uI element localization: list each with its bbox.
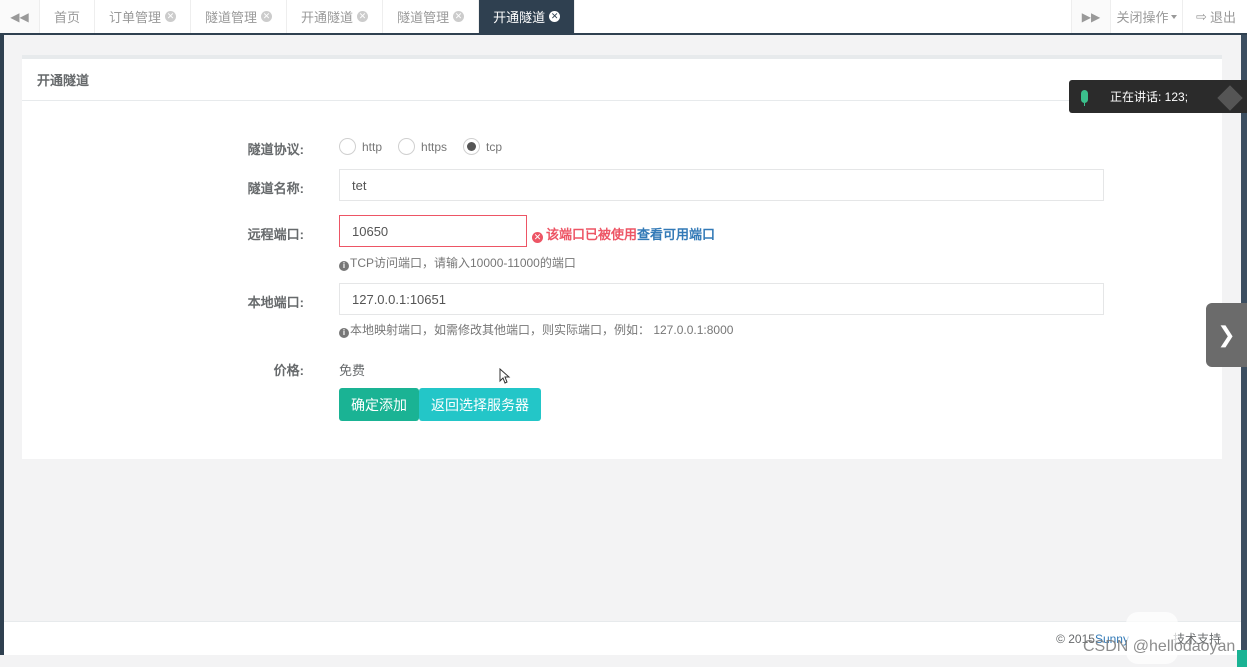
bottom-strip: [0, 655, 1247, 667]
tab-label: 隧道管理: [205, 10, 258, 25]
remote-port-error-text: 该端口已被使用: [546, 227, 638, 242]
close-icon[interactable]: ✕: [165, 11, 177, 22]
radio-tcp[interactable]: [463, 138, 481, 155]
mouse-cursor-icon: [499, 368, 511, 384]
info-circle-icon: i: [339, 260, 349, 271]
radio-https[interactable]: [398, 138, 416, 155]
back-to-server-select-button[interactable]: 返回选择服务器: [419, 388, 541, 421]
close-icon[interactable]: ✕: [453, 11, 465, 22]
remote-port-help-text: TCP访问端口，请输入10000-11000的端口: [350, 256, 576, 270]
close-icon[interactable]: ✕: [357, 11, 369, 22]
local-port-input[interactable]: 127.0.0.1:10651: [339, 283, 1104, 315]
radio-tcp-label[interactable]: tcp: [486, 140, 502, 154]
close-icon[interactable]: ✕: [261, 11, 273, 22]
tab-tunnel-management[interactable]: 隧道管理 ✕: [191, 0, 288, 33]
tab-home[interactable]: 首页: [40, 0, 96, 33]
view-available-ports-link[interactable]: 查看可用端口: [637, 227, 715, 242]
double-right-arrow-icon: ▶▶: [1081, 9, 1101, 24]
tab-label: 开通隧道: [301, 10, 354, 25]
remote-port-input[interactable]: 10650: [339, 215, 527, 247]
radio-https-label[interactable]: https: [421, 140, 447, 154]
close-operations-dropdown[interactable]: 关闭操作: [1111, 0, 1183, 33]
tab-scroll-right-button[interactable]: ▶▶: [1071, 0, 1111, 33]
chevron-right-icon: ❯: [1217, 322, 1236, 347]
panel-title: 开通隧道: [22, 59, 1222, 101]
close-operations-label: 关闭操作: [1116, 10, 1169, 25]
side-expand-button[interactable]: ❯: [1206, 303, 1247, 367]
footer: © 2015 Sunny 技术支持: [4, 621, 1241, 655]
tab-label: 首页: [54, 10, 81, 25]
remote-port-label: 远程端口:: [247, 227, 304, 242]
diamond-icon: [1217, 85, 1243, 111]
tab-scroll-left-button[interactable]: ◀◀: [0, 0, 40, 33]
tab-tunnel-management-2[interactable]: 隧道管理 ✕: [383, 0, 480, 33]
local-port-help-text: 本地映射端口，如需修改其他端口，则实际端口，例如： 127.0.0.1:8000: [350, 323, 734, 337]
info-circle-icon: i: [339, 327, 349, 338]
open-tunnel-panel: 开通隧道 隧道协议: http https tcp 隧道名称: tet 远程端口…: [22, 55, 1222, 459]
radio-http[interactable]: [339, 138, 356, 155]
speaking-text: 正在讲话: 123;: [1110, 90, 1189, 104]
tunnel-name-input[interactable]: tet: [339, 169, 1104, 201]
speaking-indicator: 正在讲话: 123;: [1069, 80, 1247, 113]
watermark-text: CSDN @hellodaoyan: [1083, 638, 1236, 655]
caret-down-icon: [1170, 14, 1177, 19]
error-circle-icon: ✕: [532, 232, 543, 243]
price-value: 免费: [339, 363, 366, 378]
tab-label: 隧道管理: [397, 10, 450, 25]
local-port-label: 本地端口:: [247, 295, 304, 310]
logout-label: 退出: [1209, 10, 1236, 25]
tunnel-name-label: 隧道名称:: [247, 181, 304, 196]
logout-button[interactable]: ⇨ 退出: [1185, 0, 1247, 33]
tab-order-management[interactable]: 订单管理 ✕: [95, 0, 192, 33]
tab-bar: ◀◀ 首页 订单管理 ✕ 隧道管理 ✕ 开通隧道 ✕ 隧道管理 ✕ 开通隧道 ✕…: [0, 0, 1247, 35]
main-content: 开通隧道 隧道协议: http https tcp 隧道名称: tet 远程端口…: [4, 35, 1241, 621]
tab-list: 首页 订单管理 ✕ 隧道管理 ✕ 开通隧道 ✕ 隧道管理 ✕ 开通隧道 ✕: [40, 0, 576, 33]
remote-port-error: ✕ 该端口已被使用查看可用端口: [532, 224, 715, 243]
protocol-radio-group: http https tcp: [339, 138, 518, 155]
local-port-help: i 本地映射端口，如需修改其他端口，则实际端口，例如： 127.0.0.1:800…: [339, 321, 733, 338]
tab-open-tunnel[interactable]: 开通隧道 ✕: [287, 0, 384, 33]
tab-label: 订单管理: [109, 10, 162, 25]
remote-port-help: i TCP访问端口，请输入10000-11000的端口: [339, 254, 576, 271]
close-icon[interactable]: ✕: [549, 11, 561, 22]
protocol-label: 隧道协议:: [247, 142, 304, 157]
confirm-add-button[interactable]: 确定添加: [339, 388, 419, 421]
radio-http-label[interactable]: http: [362, 140, 382, 154]
tab-open-tunnel-active[interactable]: 开通隧道 ✕: [479, 0, 576, 33]
sign-out-icon: ⇨: [1196, 8, 1207, 24]
microphone-icon: [1081, 90, 1088, 106]
scroll-indicator: [1237, 650, 1247, 667]
price-label: 价格:: [273, 363, 304, 378]
double-left-arrow-icon: ◀◀: [10, 9, 29, 24]
tab-label: 开通隧道: [493, 10, 546, 25]
